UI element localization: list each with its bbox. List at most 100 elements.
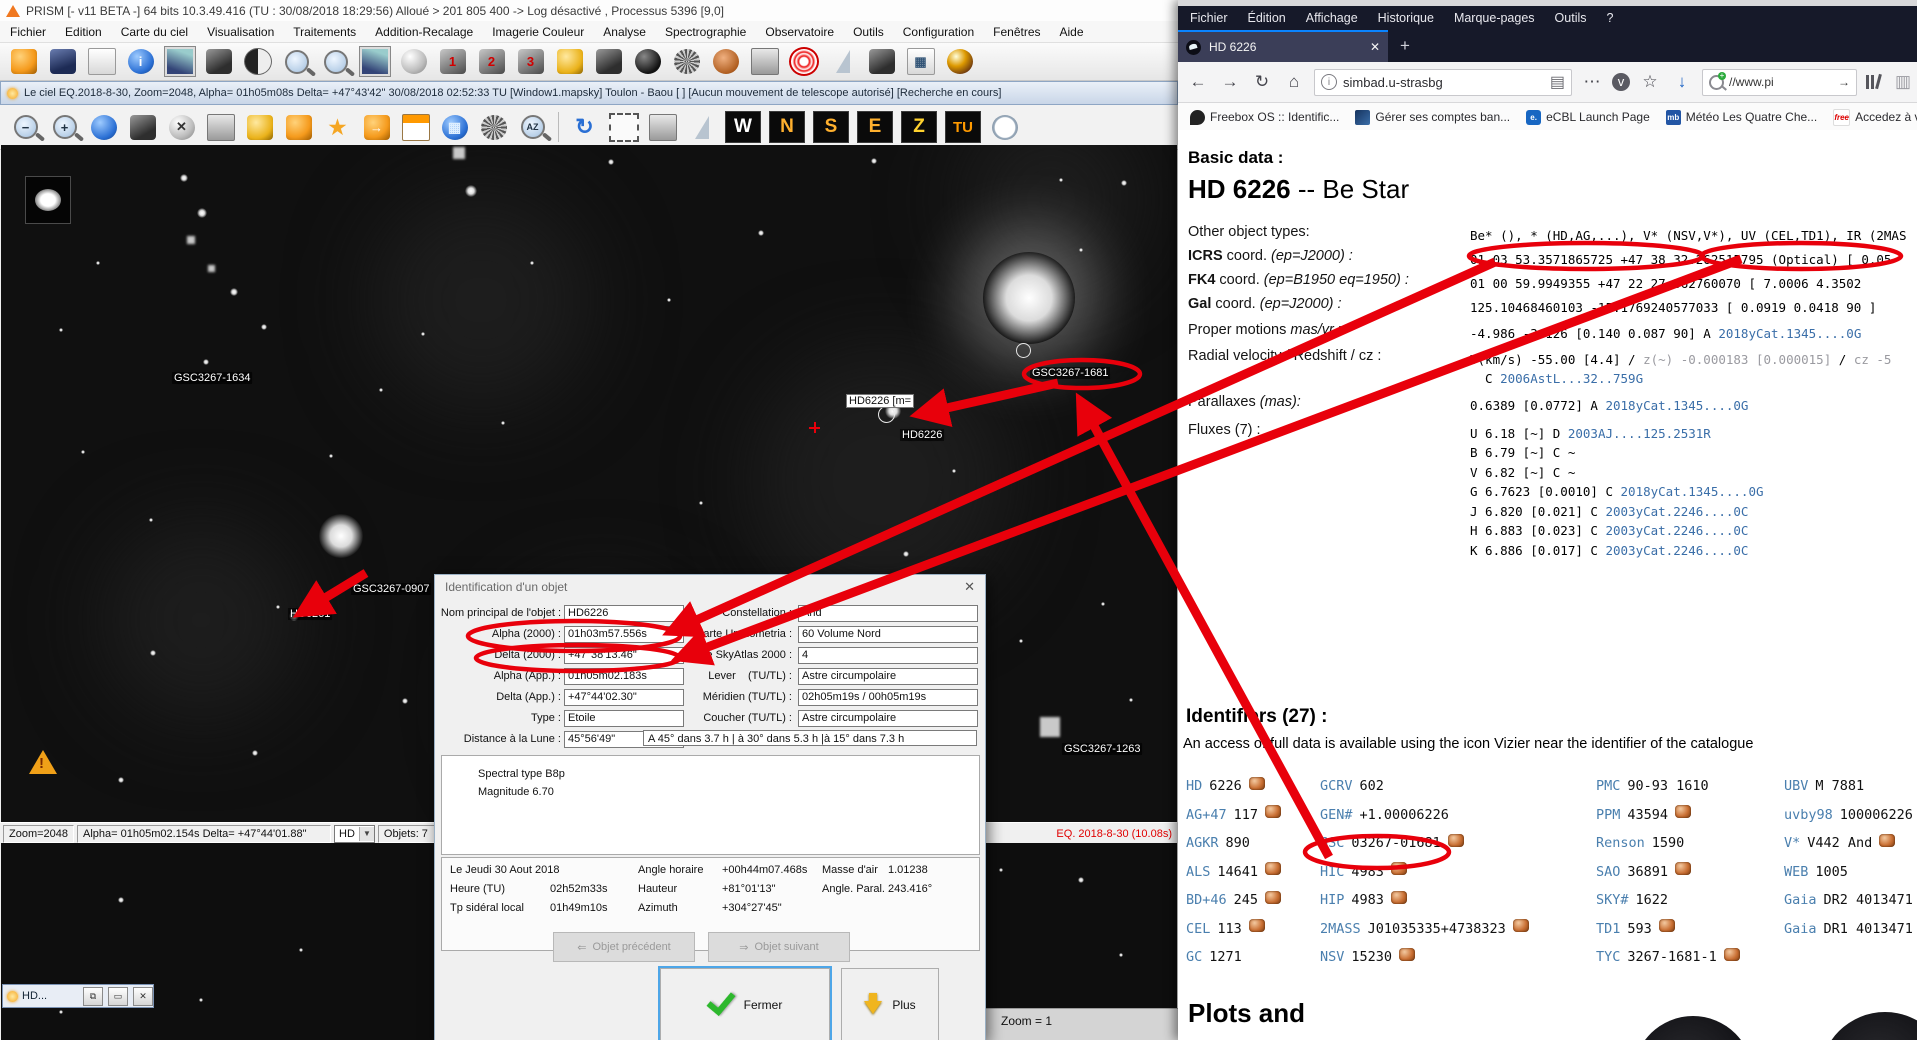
identifier-item[interactable]: Renson1590: [1596, 835, 1684, 851]
bookmark-item[interactable]: Freebox OS :: Identific...: [1190, 110, 1339, 125]
snow-icon[interactable]: [475, 110, 512, 145]
search-go-icon[interactable]: →: [1838, 75, 1850, 89]
bookmark-item[interactable]: e.eCBL Launch Page: [1526, 110, 1650, 125]
search-object-icon[interactable]: [317, 44, 354, 79]
close-dialog-button[interactable]: Fermer: [660, 968, 830, 1040]
reference-link[interactable]: 2003yCat.2246....0C: [1605, 523, 1748, 538]
field-value[interactable]: Astre circumpolaire: [798, 710, 978, 727]
field-value[interactable]: And: [798, 605, 978, 622]
menu-imagerie-couleur[interactable]: Imagerie Couleur: [492, 25, 584, 39]
reference-link[interactable]: 2018yCat.1345....0G: [1621, 484, 1764, 499]
clamp-icon[interactable]: [590, 44, 627, 79]
identifier-item[interactable]: NSV15230: [1320, 949, 1415, 965]
identifier-item[interactable]: TD1593: [1596, 921, 1675, 937]
browser-menu-outils[interactable]: Outils: [1555, 11, 1587, 25]
identifier-item[interactable]: GCRV602: [1320, 778, 1384, 794]
tab-hd6226[interactable]: HD 6226 ✕: [1178, 30, 1388, 62]
vizier-icon[interactable]: [1391, 891, 1407, 904]
star-icon[interactable]: ★: [319, 110, 356, 145]
sphere-icon[interactable]: [629, 44, 666, 79]
menu-configuration[interactable]: Configuration: [903, 25, 974, 39]
field-value[interactable]: 4: [798, 647, 978, 664]
process-1-icon[interactable]: 1: [434, 44, 471, 79]
grid-window-icon[interactable]: ▦: [436, 110, 473, 145]
field-value[interactable]: Astre circumpolaire: [798, 668, 978, 685]
browser-menu--dition[interactable]: Édition: [1248, 11, 1286, 25]
image-icon[interactable]: [356, 44, 393, 79]
sieve-icon[interactable]: [668, 44, 705, 79]
compass-button-e[interactable]: E: [857, 111, 893, 143]
identifier-item[interactable]: PPM43594: [1596, 807, 1691, 823]
flashlight-icon[interactable]: [241, 110, 278, 145]
vizier-icon[interactable]: [1265, 862, 1281, 875]
angle-icon[interactable]: [824, 44, 861, 79]
identifier-item[interactable]: HIC4983: [1320, 864, 1407, 880]
compass-button-w[interactable]: W: [725, 111, 761, 143]
vizier-icon[interactable]: [1249, 777, 1265, 790]
identifier-item[interactable]: WEB1005: [1784, 864, 1848, 880]
browser-menu-affichage[interactable]: Affichage: [1306, 11, 1358, 25]
reference-link[interactable]: 2018yCat.1345....0G: [1718, 326, 1861, 341]
download-icon[interactable]: ↓: [1670, 72, 1694, 92]
celestial-sphere-icon[interactable]: [85, 110, 122, 145]
bookmark-item[interactable]: freeAccedez à vos e-ma: [1833, 109, 1917, 126]
vizier-icon[interactable]: [1265, 805, 1281, 818]
reload-button[interactable]: ↻: [1250, 72, 1274, 92]
menu-carte-du-ciel[interactable]: Carte du ciel: [121, 25, 188, 39]
browser-menu-marque-pages[interactable]: Marque-pages: [1454, 11, 1535, 25]
bookmark-star-icon[interactable]: ☆: [1638, 72, 1662, 92]
search-engine-icon[interactable]: +: [1709, 75, 1724, 90]
goto-icon[interactable]: →: [358, 110, 395, 145]
menu-spectrographie[interactable]: Spectrographie: [665, 25, 746, 39]
back-button[interactable]: ←: [1186, 72, 1210, 92]
refresh-icon[interactable]: ↻: [566, 110, 603, 145]
identifier-item[interactable]: AG+47117: [1186, 807, 1281, 823]
menu-observatoire[interactable]: Observatoire: [765, 25, 834, 39]
identifier-item[interactable]: GaiaDR2 4013471: [1784, 892, 1913, 908]
home-button[interactable]: ⌂: [1282, 72, 1306, 92]
menu-addition-recalage[interactable]: Addition-Recalage: [375, 25, 473, 39]
target-icon[interactable]: [785, 44, 822, 79]
vizier-icon[interactable]: [1513, 919, 1529, 932]
vizier-icon[interactable]: [1448, 834, 1464, 847]
pocket-icon[interactable]: v: [1612, 73, 1630, 91]
search-bar[interactable]: + //www.pi →: [1702, 69, 1857, 96]
chevron-down-icon[interactable]: ▼: [359, 827, 374, 841]
catalog-select[interactable]: HD ▼: [334, 825, 375, 843]
vizier-icon[interactable]: [1399, 948, 1415, 961]
chart-icon[interactable]: ▦: [902, 44, 939, 79]
gear-icon[interactable]: [395, 44, 432, 79]
clock-icon[interactable]: [986, 110, 1023, 145]
planet-icon[interactable]: [941, 44, 978, 79]
process-3-icon[interactable]: 3: [512, 44, 549, 79]
open-icon[interactable]: [5, 44, 42, 79]
identifier-item[interactable]: SAO36891: [1596, 864, 1691, 880]
vizier-icon[interactable]: [1879, 834, 1895, 847]
set-square-icon[interactable]: [683, 110, 720, 145]
tab-close-icon[interactable]: ✕: [1370, 40, 1380, 54]
identifier-item[interactable]: 2MASSJ01035335+4738323: [1320, 921, 1529, 937]
library-icon[interactable]: [1865, 74, 1883, 90]
menu-fichier[interactable]: Fichier: [10, 25, 46, 39]
az-search-icon[interactable]: AZ: [514, 110, 551, 145]
reference-link[interactable]: 2003yCat.2246....0C: [1605, 504, 1748, 519]
identifier-item[interactable]: ALS14641: [1186, 864, 1281, 880]
cancel-icon[interactable]: ✕: [163, 110, 200, 145]
identifier-item[interactable]: GC1271: [1186, 949, 1242, 965]
reader-mode-icon[interactable]: ▤: [1550, 72, 1565, 92]
more-button[interactable]: Plus: [841, 968, 939, 1040]
vizier-icon[interactable]: [1724, 948, 1740, 961]
sidebar-icon[interactable]: ▥: [1891, 72, 1915, 92]
compass-button-z[interactable]: Z: [901, 111, 937, 143]
sky-window-title-bar[interactable]: Le ciel EQ.2018-8-30, Zoom=2048, Alpha= …: [0, 81, 1178, 105]
identifier-item[interactable]: GaiaDR1 4013471: [1784, 921, 1913, 937]
reference-link[interactable]: 2006AstL...32..759G: [1500, 371, 1643, 386]
bookmark-item[interactable]: Gérer ses comptes ban...: [1355, 110, 1510, 125]
calendar-icon[interactable]: [397, 110, 434, 145]
identifier-item[interactable]: HD6226: [1186, 778, 1265, 794]
browser-menu--[interactable]: ?: [1607, 11, 1614, 25]
identifier-item[interactable]: uvby98100006226: [1784, 807, 1913, 823]
bookmark-item[interactable]: mbMétéo Les Quatre Che...: [1666, 110, 1817, 125]
info-icon[interactable]: i: [122, 44, 159, 79]
identifier-item[interactable]: CEL113: [1186, 921, 1265, 937]
